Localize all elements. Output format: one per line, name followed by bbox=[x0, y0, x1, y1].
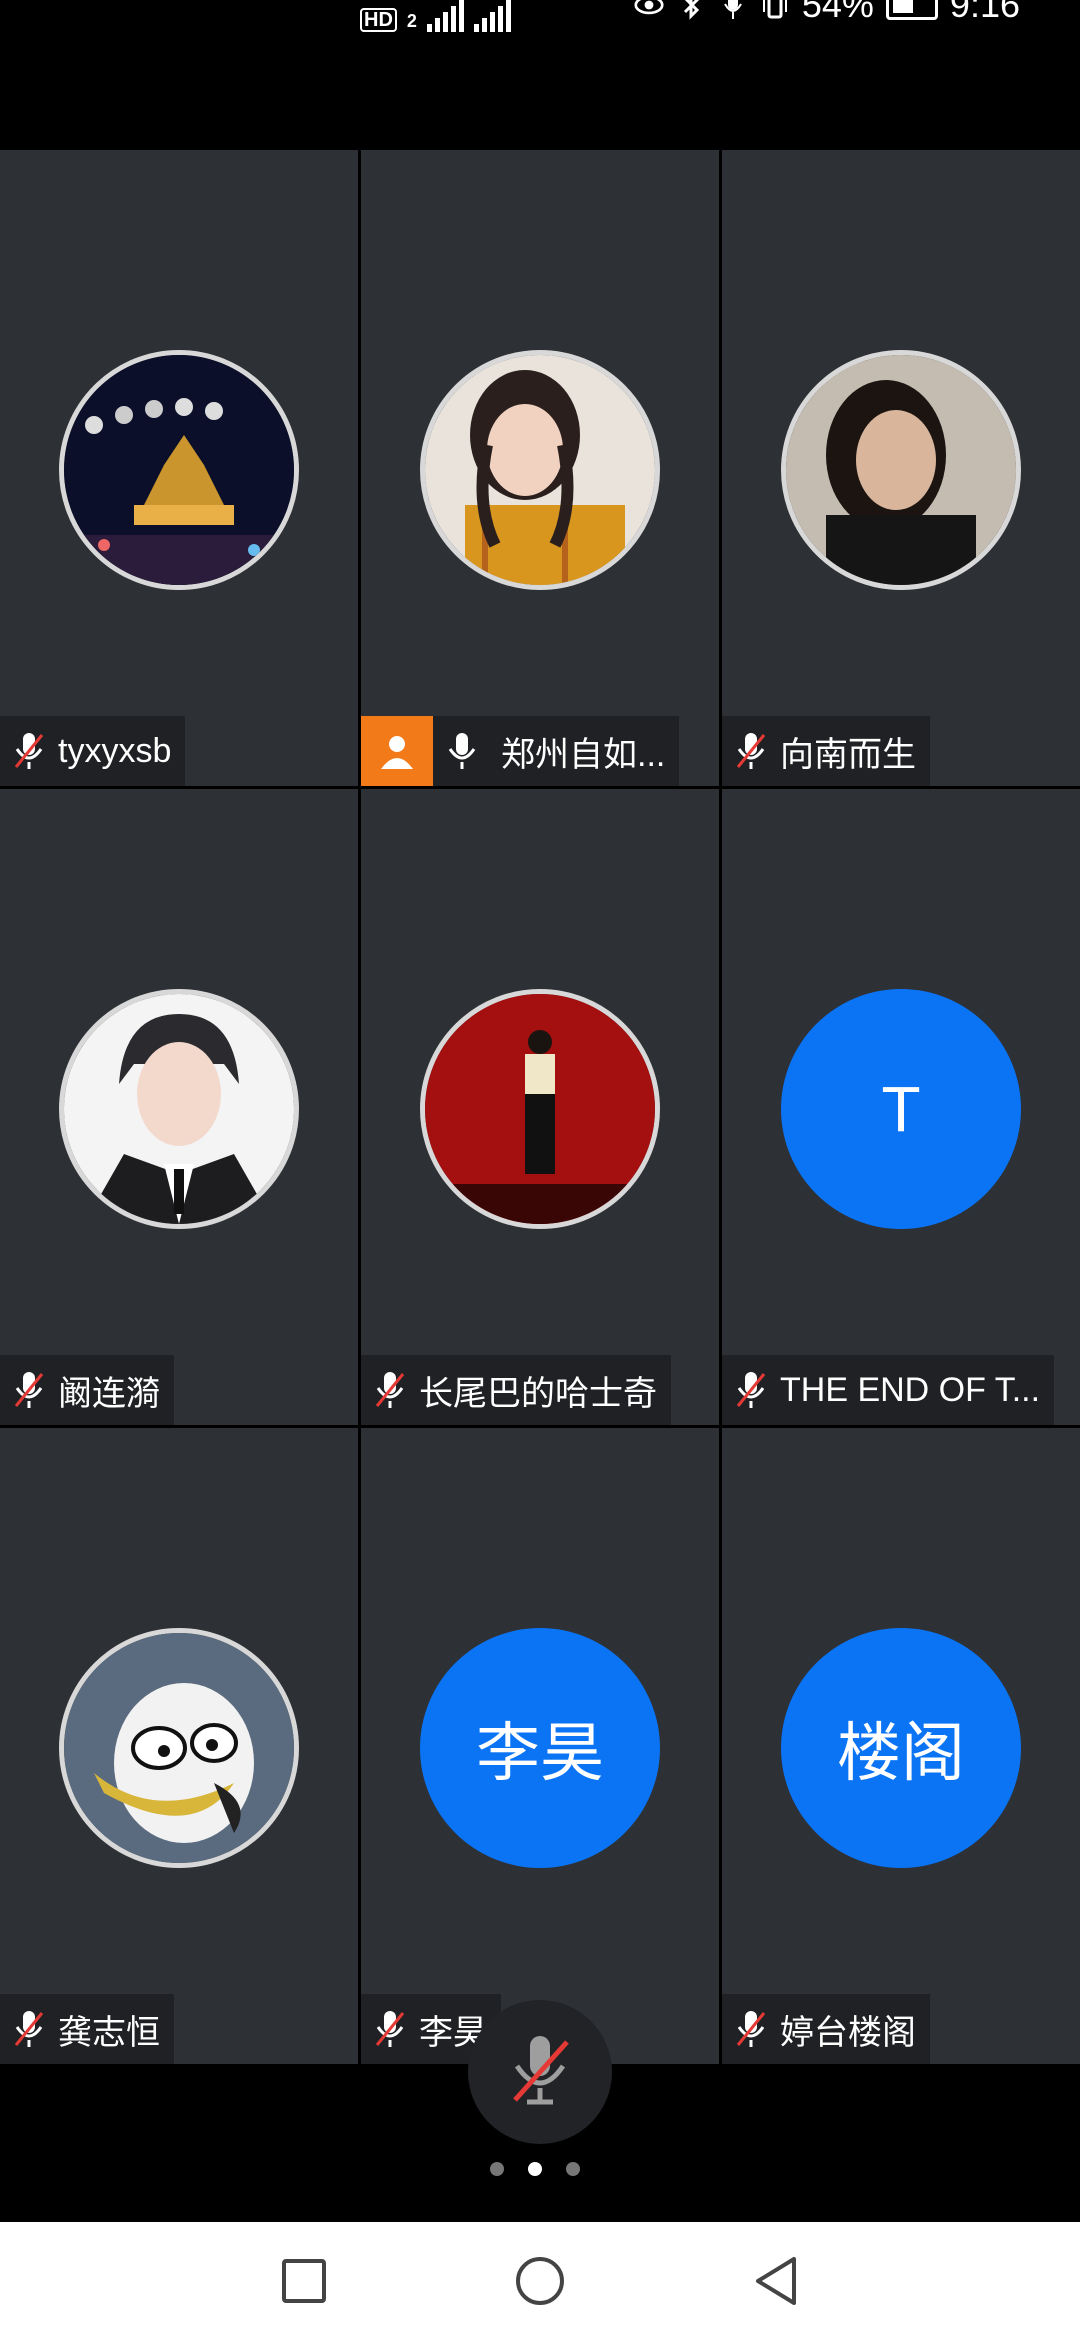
participant-tile[interactable]: 郑州自如... bbox=[361, 150, 719, 786]
name-tag: THE END OF T... bbox=[722, 1355, 1055, 1425]
muted-mic-icon bbox=[0, 1355, 58, 1425]
initial-avatar: 李昊 bbox=[420, 1628, 660, 1868]
participant-tile[interactable]: 李昊 李昊 bbox=[361, 1428, 719, 2064]
hd-badge: HD bbox=[360, 8, 397, 32]
sim-indicator: 2 bbox=[406, 11, 417, 31]
status-bar: HD 2 54% 9:16 bbox=[0, 0, 1080, 150]
muted-mic-icon bbox=[722, 1355, 780, 1425]
back-button[interactable] bbox=[748, 2253, 804, 2309]
participant-tile[interactable]: tyxyxsb bbox=[0, 150, 358, 786]
participant-avatar bbox=[59, 1628, 299, 1868]
participant-name: 郑州自如... bbox=[501, 735, 666, 774]
muted-mic-icon bbox=[0, 716, 58, 786]
bluetooth-icon bbox=[676, 0, 706, 20]
name-tag: 向南而生 bbox=[722, 716, 930, 786]
participant-name: 婷台楼阁 bbox=[780, 2013, 916, 2052]
participant-name: 长尾巴的哈士奇 bbox=[419, 1374, 657, 1413]
battery-icon bbox=[885, 0, 938, 20]
battery-percent: 54% bbox=[801, 0, 874, 25]
muted-mic-icon bbox=[505, 2030, 575, 2115]
muted-mic-icon bbox=[361, 1355, 419, 1425]
participant-name: tyxyxsb bbox=[58, 731, 172, 770]
participant-avatar bbox=[59, 350, 299, 590]
home-button[interactable] bbox=[512, 2253, 568, 2309]
page-dot-active[interactable] bbox=[528, 2162, 542, 2176]
participant-tile[interactable]: 长尾巴的哈士奇 bbox=[361, 789, 719, 1425]
muted-mic-icon bbox=[722, 1994, 780, 2064]
signal-icon-2 bbox=[473, 0, 511, 32]
page-indicator[interactable] bbox=[490, 2162, 580, 2176]
vibrate-icon bbox=[760, 0, 790, 20]
muted-mic-icon bbox=[722, 716, 780, 786]
eye-icon bbox=[634, 0, 664, 20]
name-tag: 长尾巴的哈士奇 bbox=[361, 1355, 671, 1425]
name-tag: 龚志恒 bbox=[0, 1994, 174, 2064]
mic-icon bbox=[433, 716, 491, 786]
initial-avatar: T bbox=[781, 989, 1021, 1229]
participant-tile[interactable]: 阚连漪 bbox=[0, 789, 358, 1425]
clock: 9:16 bbox=[949, 0, 1020, 25]
muted-mic-icon bbox=[361, 1994, 419, 2064]
muted-mic-icon bbox=[0, 1994, 58, 2064]
participant-avatar bbox=[59, 989, 299, 1229]
name-tag: 郑州自如... bbox=[361, 716, 680, 786]
name-tag: 婷台楼阁 bbox=[722, 1994, 930, 2064]
mute-toggle-button[interactable] bbox=[468, 2000, 612, 2144]
signal-icon bbox=[426, 0, 464, 32]
participant-grid: tyxyxsb 郑州自如... 向南而生 阚连漪 长尾巴的哈士奇 T THE E… bbox=[0, 150, 1080, 2070]
participant-name: 龚志恒 bbox=[58, 2013, 160, 2052]
participant-name: THE END OF T... bbox=[780, 1370, 1041, 1409]
participant-avatar bbox=[420, 989, 660, 1229]
initial-avatar: 楼阁 bbox=[781, 1628, 1021, 1868]
recent-apps-button[interactable] bbox=[276, 2253, 332, 2309]
participant-avatar bbox=[781, 350, 1021, 590]
participant-tile[interactable]: 楼阁 婷台楼阁 bbox=[722, 1428, 1080, 2064]
participant-tile[interactable]: 龚志恒 bbox=[0, 1428, 358, 2064]
name-tag: 阚连漪 bbox=[0, 1355, 174, 1425]
page-dot[interactable] bbox=[490, 2162, 504, 2176]
participant-avatar bbox=[420, 350, 660, 590]
status-right: 54% 9:16 bbox=[634, 0, 1020, 26]
name-tag: tyxyxsb bbox=[0, 716, 186, 786]
page-dot[interactable] bbox=[566, 2162, 580, 2176]
host-icon bbox=[361, 716, 433, 786]
participant-tile[interactable]: T THE END OF T... bbox=[722, 789, 1080, 1425]
system-nav-bar bbox=[0, 2222, 1080, 2340]
participant-tile[interactable]: 向南而生 bbox=[722, 150, 1080, 786]
mic-icon bbox=[718, 0, 748, 20]
status-left: HD 2 bbox=[360, 0, 511, 32]
participant-name: 阚连漪 bbox=[58, 1374, 160, 1413]
participant-name: 向南而生 bbox=[780, 735, 916, 774]
